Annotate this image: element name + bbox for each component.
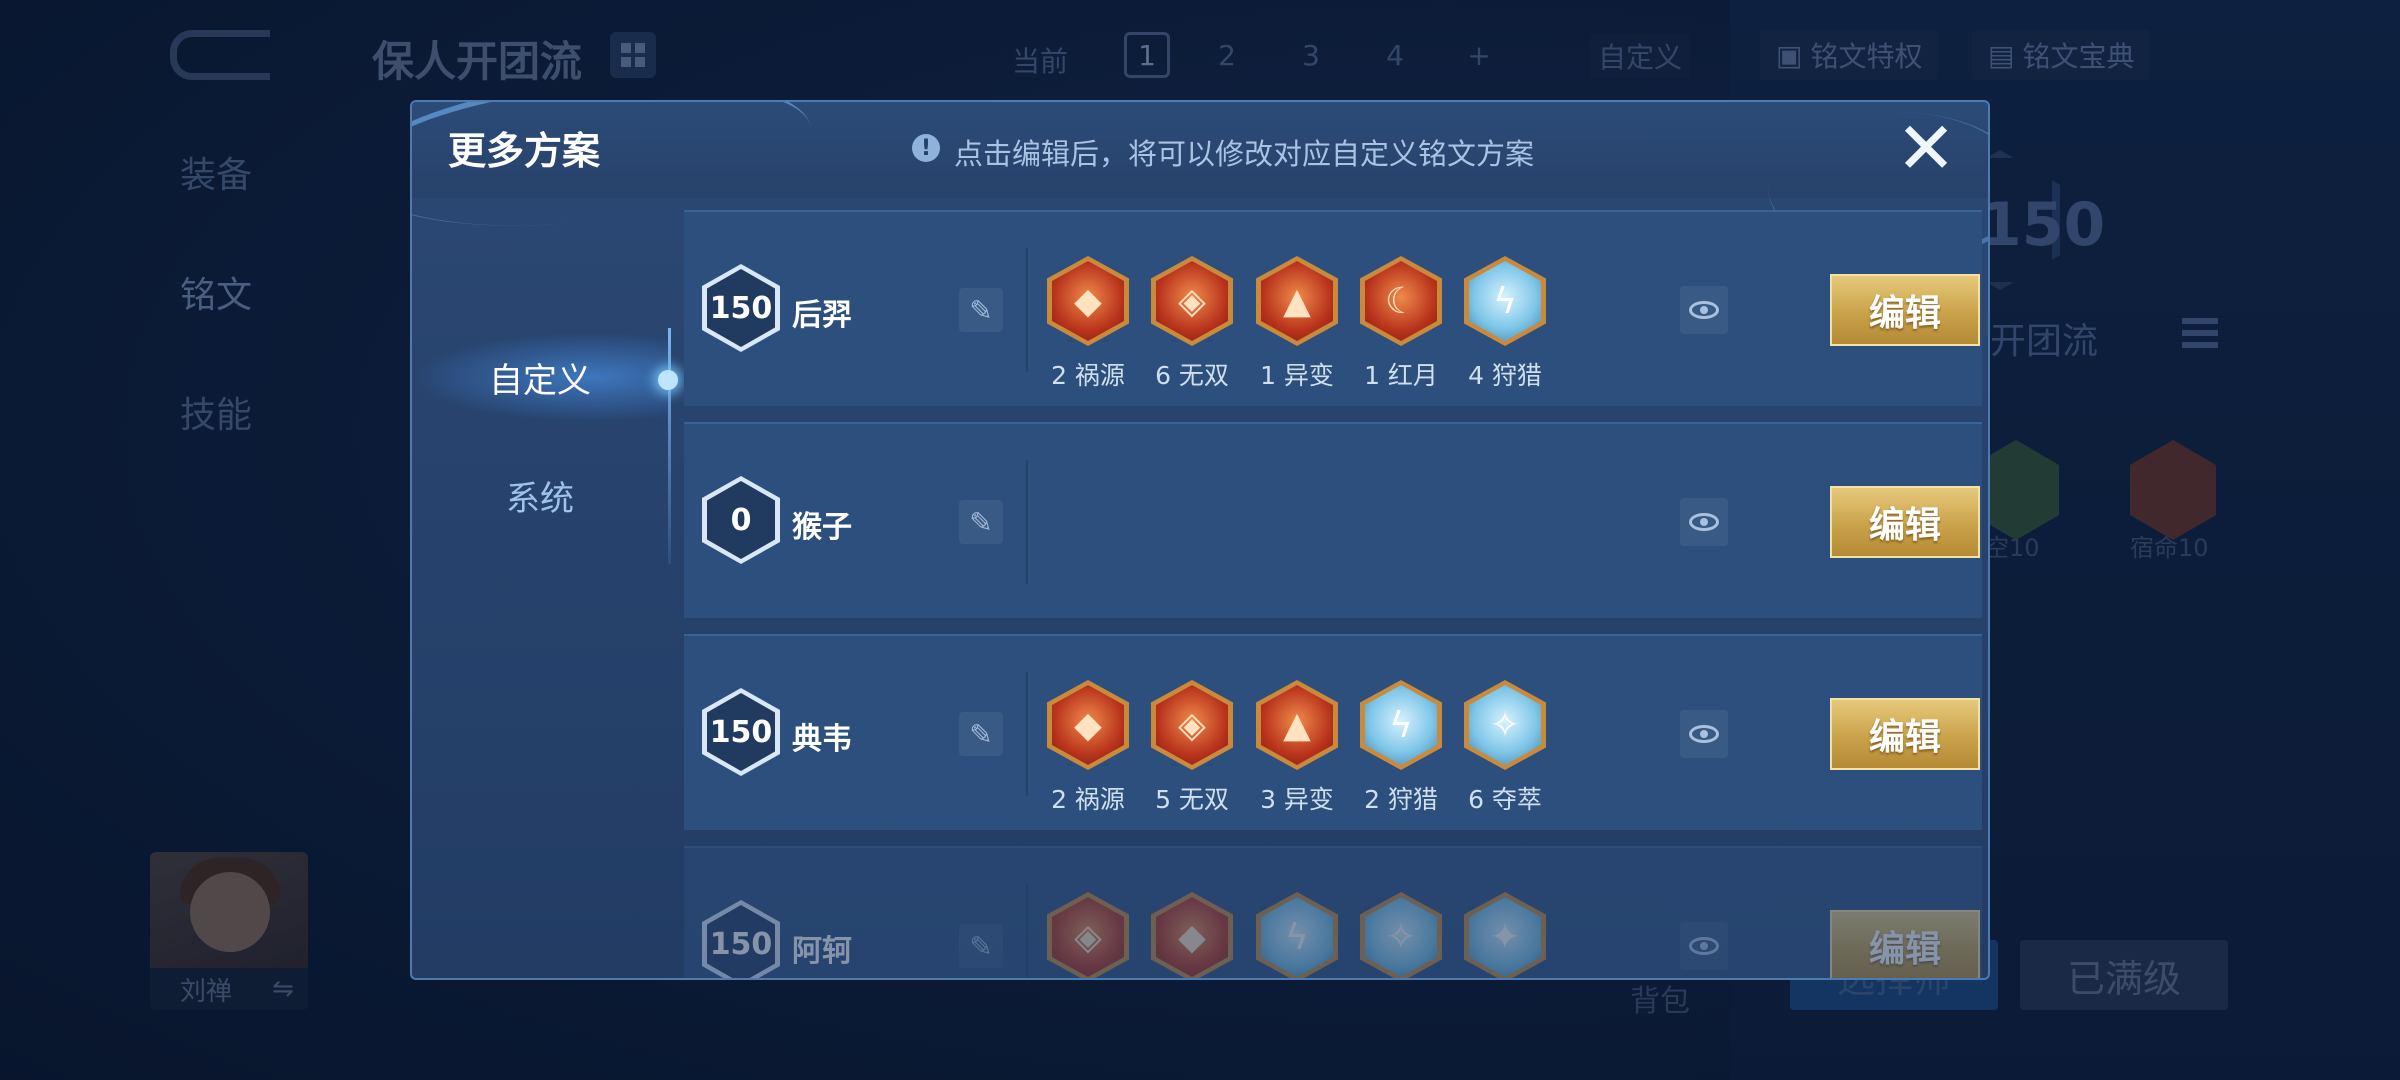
scheme-row: 0 猴子 ✎ 编辑 [684,422,1982,618]
rename-pen-icon[interactable]: ✎ [959,712,1003,756]
rune-icon: ◆ [1047,256,1129,346]
scheme-hero-name: 典韦 [792,722,852,757]
edit-button[interactable]: 编辑 [1830,698,1980,770]
rune-count-label: 1 红月 [1364,361,1438,390]
dialog-header: 更多方案 ! 点击编辑后，将可以修改对应自定义铭文方案 ✕ [412,102,1988,262]
rune-icon: ◈ [1151,680,1233,770]
active-tab-indicator [658,370,678,390]
rune-icon: ◈ [1151,256,1233,346]
rune-icon: ▲ [1256,680,1338,770]
rune-icon: ☾ [1360,256,1442,346]
rename-pen-icon[interactable]: ✎ [959,924,1003,968]
preview-eye-icon[interactable] [1680,922,1728,970]
scheme-row: 150 后羿 ✎ ◆ 2 祸源 ◈ 6 无双 ▲ 1 异变 ☾ 1 红月 ϟ 4… [684,210,1982,406]
rune-count-label: 2 祸源 [1051,785,1125,814]
rune-icon: ϟ [1256,892,1338,978]
rune-count-label: 5 无双 [1155,785,1229,814]
preview-eye-icon[interactable] [1680,286,1728,334]
level-badge: 150 [702,900,780,978]
rune-count-label: 6 无双 [1155,361,1229,390]
rune-icon: ◈ [1047,892,1129,978]
scheme-list[interactable]: 150 后羿 ✎ ◆ 2 祸源 ◈ 6 无双 ▲ 1 异变 ☾ 1 红月 ϟ 4… [684,210,1982,978]
edit-button[interactable]: 编辑 [1830,486,1980,558]
rune-count-label: 3 异变 [1260,785,1334,814]
edit-button[interactable]: 编辑 [1830,910,1980,978]
rune-icon: ✧ [1464,680,1546,770]
preview-eye-icon[interactable] [1680,498,1728,546]
close-icon[interactable]: ✕ [1894,112,1958,184]
scheme-hero-name: 后羿 [792,298,852,333]
info-icon: ! [912,134,940,162]
scheme-row: 150 典韦 ✎ ◆ 2 祸源 ◈ 5 无双 ▲ 3 异变 ϟ 2 狩猎 ✧ 6… [684,634,1982,830]
rune-count-label: 2 祸源 [1051,361,1125,390]
more-schemes-dialog: 更多方案 ! 点击编辑后，将可以修改对应自定义铭文方案 ✕ 自定义 系统 150… [410,100,1990,980]
tab-system[interactable]: 系统 [412,460,668,530]
preview-eye-icon[interactable] [1680,710,1728,758]
rune-count-label: 4 狩猎 [1468,361,1542,390]
tab-divider [668,328,671,564]
rename-pen-icon[interactable]: ✎ [959,288,1003,332]
rune-icon: ◆ [1047,680,1129,770]
row-divider [1026,248,1028,372]
rune-count-label: 6 夺萃 [1468,785,1542,814]
row-divider [1026,460,1028,584]
level-badge: 0 [702,476,780,564]
rune-count-label: 1 异变 [1260,361,1334,390]
rune-icon: ▲ [1256,256,1338,346]
row-divider [1026,884,1028,978]
scheme-hero-name: 猴子 [792,510,852,545]
scheme-hero-name: 阿轲 [792,934,852,969]
level-badge: 150 [702,688,780,776]
dialog-title: 更多方案 [448,129,601,173]
rune-icon: ϟ [1360,680,1442,770]
tab-sidebar: 自定义 系统 [412,198,678,978]
rune-count-label: 2 狩猎 [1364,785,1438,814]
rune-icon: ✦ [1464,892,1546,978]
rename-pen-icon[interactable]: ✎ [959,500,1003,544]
tab-custom[interactable]: 自定义 [412,332,668,422]
rune-icon: ϟ [1464,256,1546,346]
scheme-row: 150 阿轲 ✎ ◈ ◆ ϟ ✧ ✦ 编辑 [684,846,1982,978]
rune-icon: ✧ [1360,892,1442,978]
hint-text: 点击编辑后，将可以修改对应自定义铭文方案 [954,137,1535,171]
row-divider [1026,672,1028,796]
level-badge: 150 [702,264,780,352]
edit-button[interactable]: 编辑 [1830,274,1980,346]
rune-icon: ◆ [1151,892,1233,978]
